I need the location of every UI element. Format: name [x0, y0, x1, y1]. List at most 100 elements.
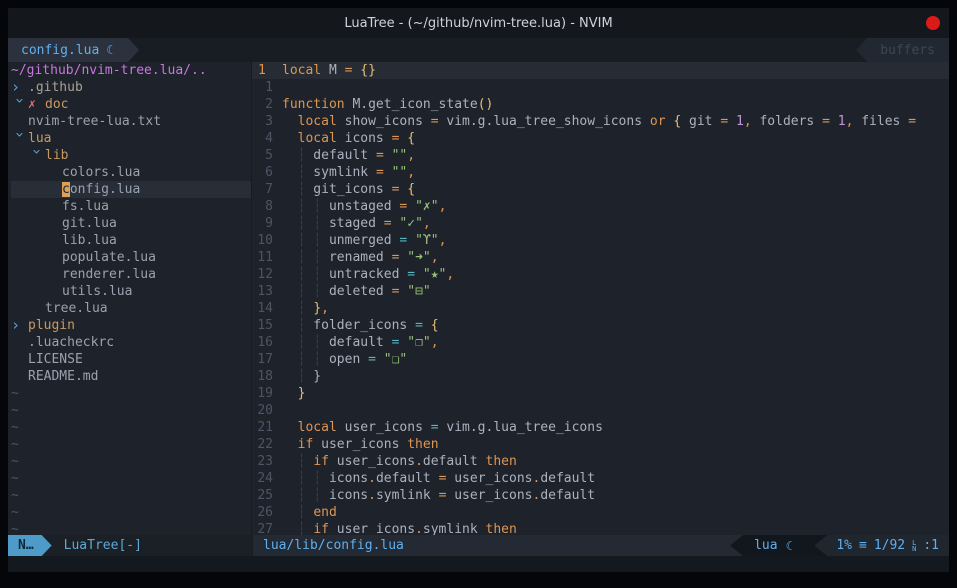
- code-line[interactable]: 17 ┆ ┆ open = "❏": [252, 351, 949, 368]
- tree-item[interactable]: populate.lua: [11, 249, 251, 266]
- chevron-down-icon[interactable]: ›: [11, 130, 28, 147]
- code-line[interactable]: 6 ┆ symlink = "",: [252, 164, 949, 181]
- code-line[interactable]: 24 ┆ ┆ icons.default = user_icons.defaul…: [252, 470, 949, 487]
- code-line-text: ┆ ┆ renamed = "➜",: [282, 249, 439, 266]
- empty-line-tilde: ~: [11, 385, 251, 402]
- code-token: [384, 165, 392, 180]
- tree-item[interactable]: nvim-tree-lua.txt: [11, 113, 251, 130]
- code-line[interactable]: 7 ┆ git_icons = {: [252, 181, 949, 198]
- code-line[interactable]: 19 }: [252, 385, 949, 402]
- code-token: vim.g.lua_tree_icons: [439, 420, 603, 435]
- code-line[interactable]: 27 ┆ if user_icons.symlink then: [252, 521, 949, 535]
- tree-item[interactable]: ›lib: [11, 147, 251, 164]
- empty-line-tilde: ~: [11, 436, 251, 453]
- code-token: local: [298, 114, 337, 129]
- code-token: ┆: [313, 216, 321, 231]
- git-unstaged-icon: ✗: [28, 96, 45, 113]
- code-line[interactable]: 26 ┆ end: [252, 504, 949, 521]
- code-line[interactable]: 16 ┆ ┆ default = "❐",: [252, 334, 949, 351]
- code-line[interactable]: 14 ┆ },: [252, 300, 949, 317]
- chevron-down-icon[interactable]: ›: [28, 147, 45, 164]
- tree-item[interactable]: LICENSE: [11, 351, 251, 368]
- code-token: default: [423, 454, 486, 469]
- code-line[interactable]: 12 ┆ ┆ untracked = "★",: [252, 266, 949, 283]
- code-line[interactable]: 11 ┆ ┆ renamed = "➜",: [252, 249, 949, 266]
- lines-icon: ≡: [859, 538, 867, 553]
- tree-item[interactable]: fs.lua: [11, 198, 251, 215]
- code-line[interactable]: 4 local icons = {: [252, 130, 949, 147]
- code-line[interactable]: 5 ┆ default = "",: [252, 147, 949, 164]
- buffers-label[interactable]: buffers: [856, 38, 949, 62]
- code-line[interactable]: 25 ┆ ┆ icons.symlink = user_icons.defaul…: [252, 487, 949, 504]
- tree-item-label: plugin: [28, 317, 75, 334]
- code-line[interactable]: 15 ┆ folder_icons = {: [252, 317, 949, 334]
- relative-line-number: 25: [252, 487, 282, 504]
- statusline-position-section: 1% ≡ 1/92 L N :1: [814, 535, 949, 556]
- code-line[interactable]: 8 ┆ ┆ unstaged = "✗",: [252, 198, 949, 215]
- code-line[interactable]: 23 ┆ if user_icons.default then: [252, 453, 949, 470]
- chevron-right-icon[interactable]: ›: [11, 79, 28, 96]
- code-token: if: [313, 522, 329, 535]
- code-token: [282, 199, 298, 214]
- code-token: files: [853, 114, 908, 129]
- code-token: local: [298, 131, 337, 146]
- code-line[interactable]: 21 local user_icons = vim.g.lua_tree_ico…: [252, 419, 949, 436]
- code-line-text: ┆ if user_icons.default then: [282, 453, 517, 470]
- code-line[interactable]: 13 ┆ ┆ deleted = "⊟": [252, 283, 949, 300]
- code-token: "❐": [407, 335, 430, 350]
- code-token: [282, 114, 298, 129]
- code-line[interactable]: 20: [252, 402, 949, 419]
- code-token: =: [822, 114, 830, 129]
- code-line-text: ┆ ┆ default = "❐",: [282, 334, 439, 351]
- code-line[interactable]: 2function M.get_icon_state(): [252, 96, 949, 113]
- code-token: default: [305, 148, 375, 163]
- code-line[interactable]: 10 ┆ ┆ unmerged = "ϒ",: [252, 232, 949, 249]
- tree-item[interactable]: ›✗doc: [11, 96, 251, 113]
- tree-item[interactable]: config.lua: [11, 181, 251, 198]
- code-token: folders: [752, 114, 822, 129]
- empty-line-tilde: ~: [11, 402, 251, 419]
- code-line[interactable]: 1local M = {}: [252, 62, 949, 79]
- code-token: {: [407, 182, 415, 197]
- code-token: [282, 335, 298, 350]
- tree-item[interactable]: ›.github: [11, 79, 251, 96]
- tree-item[interactable]: ›plugin: [11, 317, 251, 334]
- chevron-down-icon[interactable]: ›: [11, 96, 28, 113]
- code-token: default: [321, 335, 391, 350]
- tree-item[interactable]: git.lua: [11, 215, 251, 232]
- mode-badge: N…: [8, 535, 52, 556]
- chevron-right-icon[interactable]: ›: [11, 317, 28, 334]
- lua-moon-icon: ☾: [106, 43, 117, 57]
- code-line[interactable]: 9 ┆ ┆ staged = "✓",: [252, 215, 949, 232]
- code-token: [407, 199, 415, 214]
- code-line[interactable]: 18 ┆ }: [252, 368, 949, 385]
- code-token: 1: [838, 114, 846, 129]
- tree-root-path[interactable]: ~/github/nvim-tree.lua/..: [11, 62, 251, 79]
- code-line[interactable]: 22 if user_icons then: [252, 436, 949, 453]
- code-buffer: 1local M = {}12function M.get_icon_state…: [252, 62, 949, 535]
- tree-item[interactable]: .luacheckrc: [11, 334, 251, 351]
- tree-item[interactable]: colors.lua: [11, 164, 251, 181]
- close-button[interactable]: [926, 16, 940, 30]
- tree-item[interactable]: utils.lua: [11, 283, 251, 300]
- code-token: symlink: [305, 165, 375, 180]
- empty-line-tilde: ~: [11, 419, 251, 436]
- code-token: [415, 267, 423, 282]
- code-line[interactable]: 1: [252, 79, 949, 96]
- tree-item[interactable]: ›lua: [11, 130, 251, 147]
- statusline-tree-section: N… LuaTree[-]: [8, 535, 252, 556]
- command-line[interactable]: [8, 556, 949, 572]
- tree-item[interactable]: renderer.lua: [11, 266, 251, 283]
- code-token: [407, 233, 415, 248]
- tab-config-lua[interactable]: config.lua ☾: [8, 38, 139, 62]
- relative-line-number: 16: [252, 334, 282, 351]
- tree-item[interactable]: README.md: [11, 368, 251, 385]
- code-line-text: local user_icons = vim.g.lua_tree_icons: [282, 419, 603, 436]
- code-token: ,: [446, 267, 454, 282]
- code-line[interactable]: 3 local show_icons = vim.g.lua_tree_show…: [252, 113, 949, 130]
- code-token: open: [321, 352, 368, 367]
- code-token: {: [407, 131, 415, 146]
- tree-item[interactable]: tree.lua: [11, 300, 251, 317]
- tree-item[interactable]: lib.lua: [11, 232, 251, 249]
- relative-line-number: 26: [252, 504, 282, 521]
